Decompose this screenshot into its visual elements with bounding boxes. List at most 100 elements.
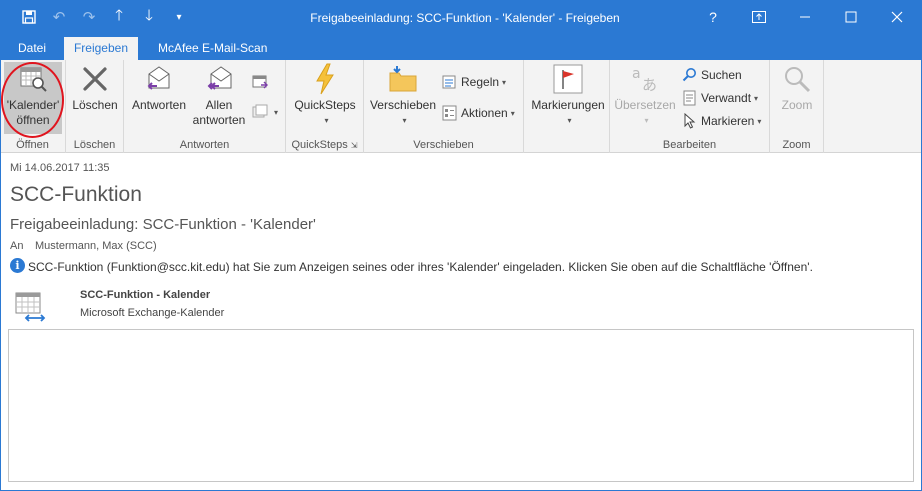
select-button[interactable]: Markieren ▾ bbox=[682, 111, 761, 131]
open-calendar-label-2: öffnen bbox=[16, 113, 50, 127]
shared-calendar-icon[interactable] bbox=[14, 291, 46, 323]
reply-label: Antworten bbox=[131, 98, 187, 112]
down-arrow-icon[interactable]: 🡓 bbox=[134, 0, 164, 34]
reply-all-icon bbox=[202, 62, 236, 96]
message-sender: SCC-Funktion bbox=[10, 183, 142, 206]
help-button[interactable]: ? bbox=[690, 0, 736, 34]
select-label: Markieren bbox=[701, 114, 755, 128]
message-body[interactable] bbox=[8, 329, 914, 482]
group-move: Verschieben ▾ Regeln ▾ Aktionen ▾ Versch… bbox=[364, 60, 524, 153]
delete-label: Löschen bbox=[72, 98, 118, 112]
reply-icon bbox=[142, 62, 176, 96]
minimize-icon[interactable] bbox=[782, 0, 828, 34]
chevron-down-icon: ▾ bbox=[567, 116, 572, 125]
reply-all-button[interactable]: Allen antworten bbox=[190, 62, 248, 128]
translate-label: Übersetzen bbox=[614, 98, 676, 112]
chevron-down-icon: ▾ bbox=[510, 108, 515, 118]
close-icon[interactable] bbox=[874, 0, 920, 34]
calendar-name: SCC-Funktion - Kalender bbox=[80, 289, 211, 301]
quick-access-toolbar: ↶ ↷ 🡑 🡓 ▾ bbox=[14, 0, 194, 34]
group-label-zoom: Zoom bbox=[782, 139, 811, 151]
open-calendar-button[interactable]: 'Kalender' öffnen bbox=[4, 62, 62, 134]
group-respond: Antworten Allen antworten ▾ Antworten bbox=[124, 60, 286, 153]
actions-icon bbox=[442, 105, 458, 121]
group-open: 'Kalender' öffnen Öffnen bbox=[0, 60, 66, 153]
group-editing: aあ Übersetzen ▾ Suchen Verwandt ▾ Markie… bbox=[610, 60, 770, 153]
zoom-label: Zoom bbox=[781, 98, 813, 112]
title-bar: ↶ ↷ 🡑 🡓 ▾ Freigabeeinladung: SCC-Funktio… bbox=[0, 0, 922, 34]
tab-file[interactable]: Datei bbox=[10, 37, 54, 60]
tags-button[interactable]: Markierungen ▾ bbox=[530, 62, 606, 128]
related-icon bbox=[682, 90, 698, 106]
ribbon: 'Kalender' öffnen Öffnen Löschen Löschen… bbox=[0, 60, 922, 153]
group-label-delete: Löschen bbox=[73, 139, 116, 151]
reply-all-label-2: antworten bbox=[192, 113, 246, 127]
ribbon-tabs: Datei Freigeben McAfee E-Mail-Scan bbox=[0, 34, 922, 60]
group-label-move: Verschieben bbox=[413, 139, 474, 151]
search-button[interactable]: Suchen bbox=[682, 65, 742, 85]
search-icon bbox=[682, 67, 698, 83]
info-icon: i bbox=[10, 258, 25, 273]
chevron-down-icon: ▾ bbox=[324, 116, 329, 125]
ribbon-display-icon[interactable] bbox=[736, 0, 782, 34]
rules-label: Regeln bbox=[461, 75, 500, 89]
group-label-editing: Bearbeiten bbox=[662, 139, 717, 151]
related-button[interactable]: Verwandt ▾ bbox=[682, 88, 758, 108]
tags-label: Markierungen bbox=[531, 98, 605, 112]
move-button[interactable]: Verschieben ▾ bbox=[368, 62, 438, 128]
group-tags: Markierungen ▾ bbox=[524, 60, 610, 153]
open-calendar-label-1: 'Kalender' bbox=[6, 98, 60, 112]
chevron-down-icon: ▾ bbox=[502, 77, 507, 87]
undo-icon[interactable]: ↶ bbox=[44, 0, 74, 34]
chevron-down-icon: ▾ bbox=[274, 107, 279, 117]
search-label: Suchen bbox=[701, 68, 742, 82]
chevron-down-icon: ▾ bbox=[644, 116, 649, 125]
translate-button[interactable]: aあ Übersetzen ▾ bbox=[612, 62, 678, 128]
chevron-down-icon: ▾ bbox=[757, 116, 762, 126]
svg-text:a: a bbox=[632, 66, 641, 82]
related-label: Verwandt bbox=[701, 91, 752, 105]
flag-icon bbox=[551, 62, 585, 96]
quicksteps-label: QuickSteps bbox=[294, 98, 356, 112]
redo-icon[interactable]: ↷ bbox=[74, 0, 104, 34]
info-bar-text: SCC-Funktion (Funktion@scc.kit.edu) hat … bbox=[28, 260, 813, 274]
group-label-open: Öffnen bbox=[16, 139, 49, 151]
dialog-launcher-icon[interactable]: ⇲ bbox=[351, 141, 358, 150]
chevron-down-icon: ▾ bbox=[754, 93, 759, 103]
group-label-respond: Antworten bbox=[179, 139, 230, 151]
zoom-button[interactable]: Zoom bbox=[776, 62, 818, 113]
reply-button[interactable]: Antworten bbox=[128, 62, 190, 113]
actions-label: Aktionen bbox=[461, 106, 508, 120]
calendar-type: Microsoft Exchange-Kalender bbox=[80, 307, 225, 319]
customize-qat-icon[interactable]: ▾ bbox=[164, 0, 194, 34]
quicksteps-lightning-icon bbox=[308, 62, 342, 96]
message-date: Mi 14.06.2017 11:35 bbox=[10, 162, 110, 174]
delete-x-icon bbox=[78, 62, 112, 96]
maximize-icon[interactable] bbox=[828, 0, 874, 34]
group-delete: Löschen Löschen bbox=[66, 60, 124, 153]
more-respond-button[interactable]: ▾ bbox=[252, 102, 278, 122]
tab-share[interactable]: Freigeben bbox=[64, 37, 138, 60]
delete-button[interactable]: Löschen bbox=[72, 62, 118, 113]
message-subject: Freigabeeinladung: SCC-Funktion - 'Kalen… bbox=[10, 216, 316, 233]
window-title: Freigabeeinladung: SCC-Funktion - 'Kalen… bbox=[310, 11, 620, 25]
calendar-small-icon bbox=[252, 74, 268, 90]
calendar-search-icon bbox=[16, 62, 50, 96]
rules-icon bbox=[442, 74, 458, 90]
select-cursor-icon bbox=[682, 113, 698, 129]
more-respond-icon bbox=[252, 104, 268, 120]
up-arrow-icon[interactable]: 🡑 bbox=[104, 0, 134, 34]
meeting-reply-button[interactable] bbox=[252, 72, 271, 92]
to-recipient[interactable]: Mustermann, Max (SCC) bbox=[35, 240, 157, 252]
group-zoom: Zoom Zoom bbox=[770, 60, 824, 153]
quicksteps-button[interactable]: QuickSteps ▾ bbox=[292, 62, 358, 128]
group-quicksteps: QuickSteps ▾ QuickSteps ⇲ bbox=[286, 60, 364, 153]
group-label-quicksteps: QuickSteps ⇲ bbox=[291, 139, 358, 151]
actions-button[interactable]: Aktionen ▾ bbox=[442, 103, 515, 123]
move-folder-icon bbox=[386, 62, 420, 96]
tab-mcafee[interactable]: McAfee E-Mail-Scan bbox=[150, 37, 275, 60]
zoom-icon bbox=[780, 62, 814, 96]
chevron-down-icon: ▾ bbox=[402, 116, 407, 125]
save-icon[interactable] bbox=[14, 0, 44, 34]
rules-button[interactable]: Regeln ▾ bbox=[442, 72, 506, 92]
